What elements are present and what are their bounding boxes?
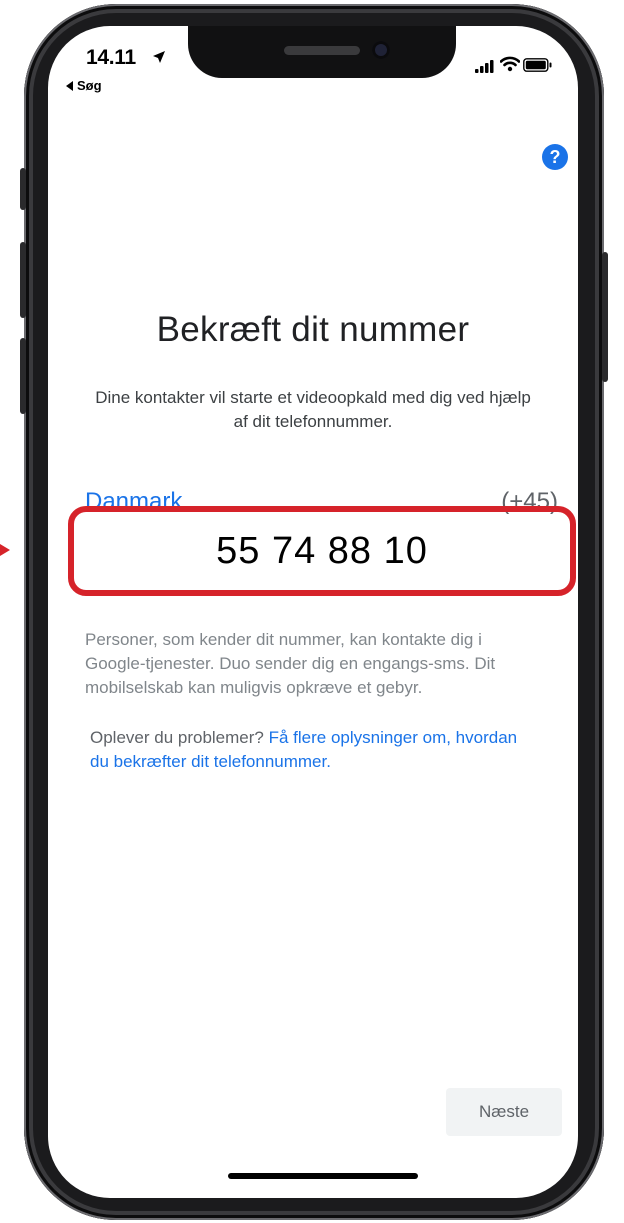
back-app-label: Søg: [77, 78, 102, 93]
help-icon[interactable]: ?: [542, 144, 568, 170]
earpiece-speaker: [284, 46, 360, 55]
status-time: 14.11: [86, 46, 136, 69]
volume-up-button: [20, 242, 26, 318]
front-camera: [372, 41, 390, 59]
wifi-icon: [500, 56, 520, 72]
phone-number-input[interactable]: 55 74 88 10: [74, 512, 570, 590]
location-arrow-icon: [153, 51, 165, 63]
signal-icon: [475, 60, 494, 73]
help-text: Oplever du problemer? Få flere oplysning…: [90, 726, 530, 774]
notch: [188, 26, 456, 78]
battery-icon: [523, 58, 552, 72]
page-subtitle: Dine kontakter vil starte et videoopkald…: [95, 388, 531, 431]
home-indicator[interactable]: [228, 1173, 418, 1179]
back-triangle-icon: [66, 80, 73, 91]
volume-down-button: [20, 338, 26, 414]
help-prefix: Oplever du problemer?: [90, 728, 269, 747]
next-button[interactable]: Næste: [446, 1088, 562, 1136]
annotation-arrow-icon: [0, 544, 10, 556]
back-to-app-button[interactable]: Søg: [66, 78, 102, 93]
power-button: [602, 252, 608, 382]
disclaimer-text: Personer, som kender dit nummer, kan kon…: [85, 630, 496, 697]
phone-screen: 14.11 Søg ? Bekræft dit nummer Dine kont…: [48, 26, 578, 1198]
mute-switch: [20, 168, 26, 210]
page-title: Bekræft dit nummer: [156, 310, 470, 349]
